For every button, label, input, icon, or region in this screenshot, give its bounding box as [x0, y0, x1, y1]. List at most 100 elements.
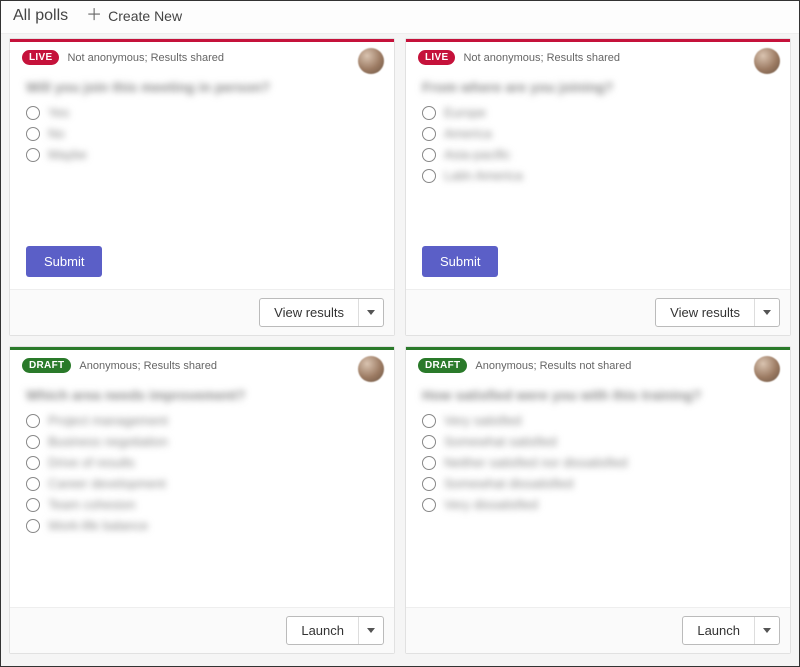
poll-question: From where are you joining?: [422, 79, 774, 95]
poll-question: How satisfied were you with this trainin…: [422, 387, 774, 403]
status-badge: LIVE: [22, 50, 59, 65]
radio-icon: [422, 148, 436, 162]
poll-option[interactable]: Neither satisfied nor dissatisfied: [422, 455, 774, 470]
radio-icon: [26, 456, 40, 470]
option-label: Somewhat dissatisfied: [444, 476, 573, 491]
split-button-caret[interactable]: [359, 299, 383, 326]
plus-icon: ＋: [86, 8, 102, 24]
card-body: How satisfied were you with this trainin…: [406, 377, 790, 607]
option-label: Career development: [48, 476, 166, 491]
split-button-main[interactable]: Launch: [287, 617, 359, 644]
poll-option[interactable]: America: [422, 126, 774, 141]
card-header: LIVE Not anonymous; Results shared: [10, 42, 394, 69]
poll-option[interactable]: Business negotiation: [26, 434, 378, 449]
poll-option[interactable]: Asia-pacific: [422, 147, 774, 162]
poll-card: LIVE Not anonymous; Results shared Will …: [9, 38, 395, 336]
radio-icon: [26, 106, 40, 120]
poll-question: Which area needs improvement?: [26, 387, 378, 403]
poll-option[interactable]: Work-life balance: [26, 518, 378, 533]
option-label: Drive of results: [48, 455, 135, 470]
option-label: Yes: [48, 105, 69, 120]
poll-option[interactable]: Project management: [26, 413, 378, 428]
status-badge: LIVE: [418, 50, 455, 65]
status-badge: DRAFT: [22, 358, 71, 373]
radio-icon: [422, 477, 436, 491]
card-body: Which area needs improvement? Project ma…: [10, 377, 394, 607]
split-button-main[interactable]: View results: [260, 299, 359, 326]
poll-option[interactable]: Career development: [26, 476, 378, 491]
radio-icon: [422, 169, 436, 183]
chevron-down-icon: [763, 628, 771, 633]
avatar[interactable]: [754, 356, 780, 382]
chevron-down-icon: [367, 310, 375, 315]
card-header: LIVE Not anonymous; Results shared: [406, 42, 790, 69]
view-results-button[interactable]: View results: [655, 298, 780, 327]
radio-icon: [422, 498, 436, 512]
radio-icon: [422, 435, 436, 449]
radio-icon: [26, 477, 40, 491]
poll-option[interactable]: Drive of results: [26, 455, 378, 470]
radio-icon: [422, 414, 436, 428]
radio-icon: [26, 498, 40, 512]
card-body: From where are you joining? Europe Ameri…: [406, 69, 790, 238]
avatar[interactable]: [358, 356, 384, 382]
poll-option[interactable]: Very dissatisfied: [422, 497, 774, 512]
view-results-button[interactable]: View results: [259, 298, 384, 327]
poll-option[interactable]: Yes: [26, 105, 378, 120]
launch-button[interactable]: Launch: [286, 616, 384, 645]
option-label: Neither satisfied nor dissatisfied: [444, 455, 628, 470]
card-header: DRAFT Anonymous; Results not shared: [406, 350, 790, 377]
poll-card: DRAFT Anonymous; Results shared Which ar…: [9, 346, 395, 654]
radio-icon: [26, 519, 40, 533]
radio-icon: [422, 456, 436, 470]
poll-meta: Anonymous; Results shared: [79, 360, 217, 372]
split-button-main[interactable]: View results: [656, 299, 755, 326]
topbar: All polls ＋ Create New: [1, 1, 799, 34]
create-new-label: Create New: [108, 8, 182, 24]
split-button-main[interactable]: Launch: [683, 617, 755, 644]
poll-option[interactable]: Very satisfied: [422, 413, 774, 428]
poll-meta: Not anonymous; Results shared: [67, 52, 224, 64]
split-button-caret[interactable]: [755, 617, 779, 644]
radio-icon: [26, 148, 40, 162]
poll-option[interactable]: Latin America: [422, 168, 774, 183]
poll-question: Will you join this meeting in person?: [26, 79, 378, 95]
card-header: DRAFT Anonymous; Results shared: [10, 350, 394, 377]
card-footer: View results: [10, 289, 394, 335]
poll-option[interactable]: Somewhat dissatisfied: [422, 476, 774, 491]
poll-option[interactable]: Team cohesion: [26, 497, 378, 512]
option-label: Very satisfied: [444, 413, 521, 428]
launch-button[interactable]: Launch: [682, 616, 780, 645]
status-badge: DRAFT: [418, 358, 467, 373]
poll-option[interactable]: Europe: [422, 105, 774, 120]
submit-button[interactable]: Submit: [422, 246, 498, 277]
poll-meta: Not anonymous; Results shared: [463, 52, 620, 64]
radio-icon: [422, 127, 436, 141]
card-body: Will you join this meeting in person? Ye…: [10, 69, 394, 238]
create-new-button[interactable]: ＋ Create New: [86, 8, 182, 24]
card-footer: Launch: [10, 607, 394, 653]
submit-button[interactable]: Submit: [26, 246, 102, 277]
radio-icon: [26, 127, 40, 141]
poll-option[interactable]: Somewhat satisfied: [422, 434, 774, 449]
page-title: All polls: [13, 7, 68, 25]
avatar[interactable]: [754, 48, 780, 74]
poll-card: LIVE Not anonymous; Results shared From …: [405, 38, 791, 336]
option-label: Business negotiation: [48, 434, 168, 449]
option-label: Work-life balance: [48, 518, 148, 533]
option-label: Team cohesion: [48, 497, 135, 512]
poll-option[interactable]: Maybe: [26, 147, 378, 162]
poll-meta: Anonymous; Results not shared: [475, 360, 631, 372]
option-label: No: [48, 126, 65, 141]
option-label: Europe: [444, 105, 486, 120]
split-button-caret[interactable]: [755, 299, 779, 326]
chevron-down-icon: [367, 628, 375, 633]
option-label: Very dissatisfied: [444, 497, 538, 512]
option-label: Project management: [48, 413, 168, 428]
option-label: Somewhat satisfied: [444, 434, 557, 449]
poll-option[interactable]: No: [26, 126, 378, 141]
split-button-caret[interactable]: [359, 617, 383, 644]
radio-icon: [26, 414, 40, 428]
option-label: Asia-pacific: [444, 147, 510, 162]
avatar[interactable]: [358, 48, 384, 74]
